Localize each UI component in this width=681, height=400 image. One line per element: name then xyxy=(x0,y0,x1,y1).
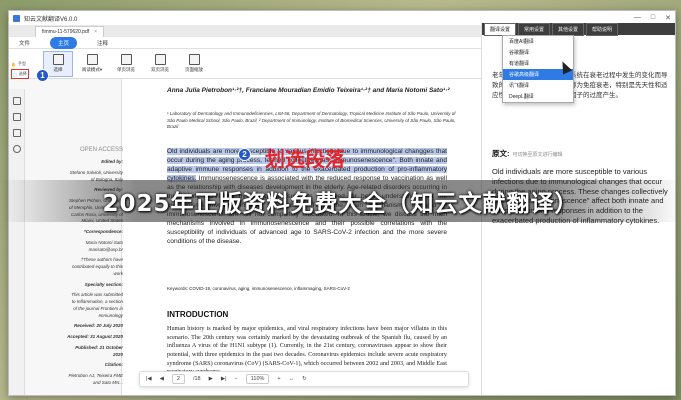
open-access-label: OPEN ACCESS xyxy=(79,147,123,153)
select-tool-label: 选择 xyxy=(53,67,63,72)
app-title: 知云文献翻译V6.0.0 xyxy=(24,16,78,23)
last-page-icon[interactable]: ▶| xyxy=(221,376,227,382)
mini-tools: ✋ 手型 ⬚ 选择 xyxy=(11,61,29,79)
hand-tool-button[interactable]: ✋ 手型 xyxy=(11,61,29,67)
menu-annotate[interactable]: 注释 xyxy=(97,39,108,47)
page-total: /18 xyxy=(192,376,201,382)
document-tab[interactable]: fimmu-11-579620.pdf × xyxy=(35,26,105,37)
dropdown-item-baidu[interactable]: 百度AI翻译 xyxy=(503,36,573,47)
reading-mode-icon xyxy=(86,54,98,65)
minimize-button[interactable]: — xyxy=(634,14,641,22)
dropdown-item-google[interactable]: 谷歌翻译 xyxy=(503,47,573,58)
thumbnails-icon[interactable] xyxy=(12,97,21,105)
citation: Pietrobon AJ, Teixeira FME and Sato MN..… xyxy=(68,373,123,385)
hand-icon: ✋ xyxy=(11,61,16,67)
fit-width-icon[interactable]: ↔ xyxy=(289,376,295,382)
select-mini-button[interactable]: ⬚ 选择 xyxy=(11,69,29,79)
correspondence: Maria Notomi Sato marisato@usp.br xyxy=(85,239,123,252)
close-button[interactable]: ✕ xyxy=(665,14,671,22)
overlay-banner: 2025年正版资料免费大全（知云文献翻译） xyxy=(0,180,681,222)
equal-contribution: †These authors have contributed equally … xyxy=(71,257,123,276)
paper-keywords: Keywords: COVID-19, coronavirus, aging, … xyxy=(167,286,350,291)
original-text-heading: 原文: 可切换至原文进行编辑 xyxy=(492,148,563,159)
page-zoom-button[interactable]: 页面缩放 xyxy=(179,51,209,77)
intro-body: Human history is marked by major epidemi… xyxy=(167,325,447,375)
first-page-icon[interactable]: |◀ xyxy=(146,376,152,382)
step-marker-1: 1 xyxy=(36,69,49,82)
zoom-level[interactable]: 110% xyxy=(245,374,270,384)
menu-file[interactable]: 文件 xyxy=(19,39,30,47)
citation-label: Citation: xyxy=(104,362,123,368)
specialty: This article was submitted to Inflammati… xyxy=(71,292,123,318)
tab-other-settings[interactable]: 其他设置 xyxy=(552,22,585,36)
tab-translate-settings[interactable]: 翻译设置 xyxy=(484,22,517,36)
original-text-hint: 可切换至原文进行编辑 xyxy=(512,152,563,158)
close-tab-icon[interactable]: × xyxy=(94,29,97,35)
window-controls: — □ ✕ xyxy=(634,14,671,22)
hand-tool-label: 手型 xyxy=(17,61,26,66)
menu-home[interactable]: 主页 xyxy=(50,36,78,49)
single-page-icon xyxy=(120,54,132,65)
accepted-date: Accepted: 31 August 2020 xyxy=(67,334,123,339)
select-mini-label: 选择 xyxy=(18,71,27,76)
published-date: Published: 21 October 2020 xyxy=(75,344,123,357)
book-icon xyxy=(52,54,64,65)
rotate-icon[interactable]: ↻ xyxy=(302,376,307,382)
page-zoom-label: 页面缩放 xyxy=(185,67,203,72)
maximize-button[interactable]: □ xyxy=(651,14,655,22)
paper-affiliations: ¹ Laboratory of Dermatology and Immunode… xyxy=(167,111,456,130)
double-page-button[interactable]: 双页浏览 xyxy=(145,51,175,77)
page-navigation-bar: |◀ ◀ 2 /18 ▶ ▶| − 110% + ↔ ↻ xyxy=(139,371,469,387)
dropdown-item-xunfei[interactable]: 讯飞翻译 xyxy=(503,80,573,91)
single-page-label: 单页浏览 xyxy=(117,67,135,72)
page-number-input[interactable]: 2 xyxy=(171,374,185,384)
correspondence-label: *Correspondence: xyxy=(83,229,123,234)
pdf-page[interactable]: Anna Julia Pietrobon¹·²†, Franciane Mour… xyxy=(121,79,481,395)
zoom-in-icon[interactable]: + xyxy=(277,376,280,382)
zoom-out-icon[interactable]: − xyxy=(235,376,238,382)
overlay-banner-text: 2025年正版资料免费大全（知云文献翻译） xyxy=(102,191,579,217)
original-text-label: 原文: xyxy=(492,149,510,158)
app-logo-icon xyxy=(13,14,20,22)
bookmark-icon[interactable] xyxy=(12,113,21,121)
single-page-button[interactable]: 单页浏览 xyxy=(111,51,141,77)
tab-common-settings[interactable]: 常用设置 xyxy=(518,22,551,36)
double-page-icon xyxy=(154,54,166,65)
annotation-caption: 划选段落 xyxy=(265,147,345,171)
search-icon[interactable] xyxy=(12,145,21,153)
document-tab-label: fimmu-11-579620.pdf xyxy=(42,29,90,35)
intro-heading: INTRODUCTION xyxy=(167,310,229,319)
tab-help[interactable]: 帮助说明 xyxy=(586,22,619,36)
double-page-label: 双页浏览 xyxy=(151,67,169,72)
edited-by-label: Edited by: xyxy=(101,159,123,164)
next-page-icon[interactable]: ▶ xyxy=(209,376,213,382)
received-date: Received: 20 July 2020 xyxy=(73,323,123,329)
translation-panel-tabs: 翻译设置 常用设置 其他设置 帮助说明 xyxy=(482,22,675,36)
annotation-icon[interactable] xyxy=(12,129,21,137)
zoom-icon xyxy=(188,54,200,65)
step-marker-2: 2 xyxy=(238,148,251,161)
reading-mode-button[interactable]: 阅读模式▾ xyxy=(77,51,107,77)
dropdown-item-deepl[interactable]: DeepL翻译 xyxy=(503,91,573,102)
left-sidebar xyxy=(9,89,25,395)
prev-page-icon[interactable]: ◀ xyxy=(160,376,164,382)
reading-mode-label: 阅读模式▾ xyxy=(81,67,103,72)
paper-authors: Anna Julia Pietrobon¹·²†, Franciane Mour… xyxy=(167,87,450,94)
cursor-select-icon: ⬚ xyxy=(13,71,17,77)
specialty-label: Specialty section: xyxy=(84,281,123,287)
